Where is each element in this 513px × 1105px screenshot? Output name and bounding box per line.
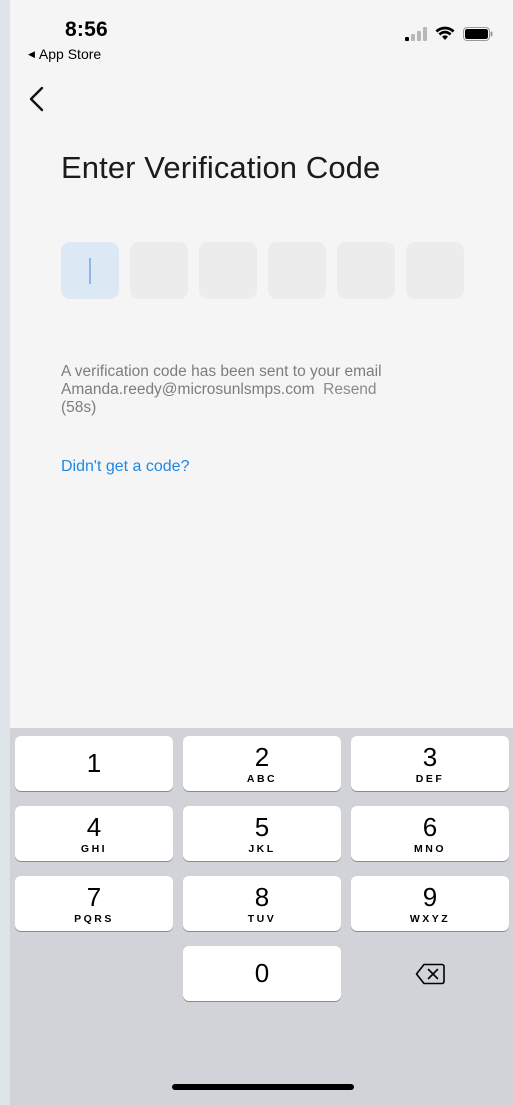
key-letters: JKL [248,843,276,855]
code-digit-box[interactable] [268,242,326,299]
backspace-icon [415,963,445,984]
key-digit: 1 [86,748,102,778]
key-digit: 5 [254,812,270,842]
code-digit-box[interactable] [337,242,395,299]
resend-button[interactable]: Resend [323,381,376,398]
key-digit: 8 [254,882,270,912]
back-app-label: App Store [38,46,102,62]
numeric-keypad: 1 2 ABC 3 DEF 4 GHI 5 JKL 6 MNO 7 PQRS 8… [10,728,513,1105]
verification-code-input[interactable] [61,242,464,299]
cellular-signal-icon [405,26,427,41]
key-5[interactable]: 5 JKL [183,806,341,861]
key-2[interactable]: 2 ABC [183,736,341,791]
text-caret [89,258,91,284]
key-7[interactable]: 7 PQRS [15,876,173,931]
key-9[interactable]: 9 WXYZ [351,876,509,931]
key-letters: DEF [415,773,445,785]
status-time: 8:56 [65,18,108,41]
didnt-get-code-link[interactable]: Didn't get a code? [61,458,189,476]
key-digit: 2 [254,742,270,772]
key-0[interactable]: 0 [183,946,341,1001]
code-digit-box[interactable] [199,242,257,299]
battery-icon [463,26,493,41]
wifi-icon [435,26,455,40]
back-chevron-icon[interactable] [20,82,54,116]
key-8[interactable]: 8 TUV [183,876,341,931]
resend-countdown: (58s) [61,399,97,416]
back-triangle-icon: ◀ [28,48,35,59]
key-letters: ABC [246,773,278,785]
delete-key[interactable] [351,946,509,1001]
code-digit-box[interactable] [61,242,119,299]
phone-screen: 8:56 ◀ App Store Enter Verification Code [10,0,513,1105]
home-indicator[interactable] [172,1084,354,1090]
key-1[interactable]: 1 [15,736,173,791]
key-letters: GHI [80,843,108,855]
email-address: Amanda.reedy@microsunlsmps.com [61,381,315,398]
key-digit: 0 [254,958,270,988]
key-letters: WXYZ [409,913,451,925]
key-digit: 9 [422,882,438,912]
key-digit: 7 [86,882,102,912]
info-message: A verification code has been sent to you… [61,363,382,380]
page-title: Enter Verification Code [61,150,381,185]
key-letters: PQRS [74,913,114,925]
key-letters: MNO [414,843,446,855]
key-letters: TUV [247,913,277,925]
verification-info: A verification code has been sent to you… [61,363,441,417]
key-digit: 6 [422,812,438,842]
key-3[interactable]: 3 DEF [351,736,509,791]
status-icons [405,26,493,41]
back-to-app-store[interactable]: ◀ App Store [28,46,101,62]
code-digit-box[interactable] [406,242,464,299]
code-digit-box[interactable] [130,242,188,299]
key-digit: 4 [86,812,102,842]
key-digit: 3 [422,742,438,772]
key-6[interactable]: 6 MNO [351,806,509,861]
key-4[interactable]: 4 GHI [15,806,173,861]
